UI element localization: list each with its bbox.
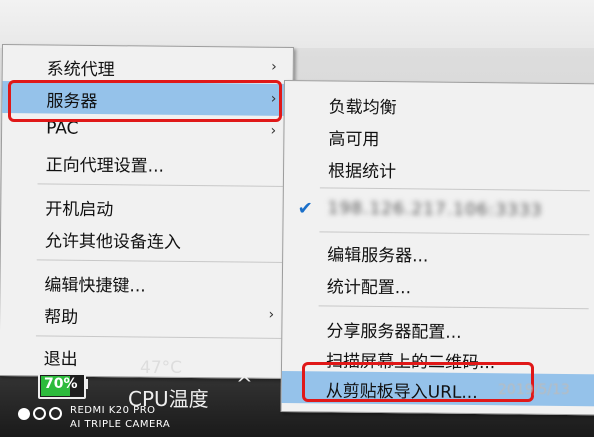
cpu-temperature-value: 47°C	[140, 358, 183, 378]
menu-item-label: 开机启动	[45, 199, 114, 221]
menu-separator	[35, 335, 286, 339]
submenu-item-label: 编辑服务器...	[327, 245, 429, 267]
submenu-item-label: 高可用	[328, 129, 380, 151]
menu-separator	[319, 187, 590, 192]
chevron-right-icon: ›	[268, 306, 275, 323]
tray-overflow-caret-icon[interactable]: ^	[236, 372, 253, 396]
camera-watermark-tagline: AI TRIPLE CAMERA	[70, 419, 171, 430]
camera-watermark-model: REDMI K20 PRO	[70, 405, 156, 416]
submenu-item-by-statistics[interactable]: 根据统计	[284, 151, 594, 186]
menu-item-label: 允许其他设备连入	[44, 231, 182, 253]
submenu-item-high-availability[interactable]: 高可用	[284, 119, 594, 154]
menu-separator	[37, 183, 288, 187]
checkmark-icon: ✔	[297, 198, 313, 220]
submenu-item-label: 198.126.217.106:3333	[327, 198, 543, 221]
menu-item-help[interactable]: 帮助 ›	[0, 297, 290, 332]
battery-percent-label: 70%	[44, 376, 78, 392]
battery-tip	[84, 379, 88, 389]
menu-item-forward-proxy[interactable]: 正向代理设置...	[2, 145, 292, 180]
submenu-item-label: 分享服务器配置...	[326, 321, 462, 343]
menu-separator	[319, 231, 590, 236]
menu-item-label: 编辑快捷键...	[44, 275, 146, 297]
menu-item-label: 正向代理设置...	[45, 155, 165, 177]
menu-separator	[318, 305, 589, 310]
desktop-area	[0, 0, 594, 48]
menu-item-label: 退出	[43, 349, 78, 370]
menu-item-system-proxy[interactable]: 系统代理 ›	[3, 49, 293, 84]
battery-indicator[interactable]: 70%	[38, 373, 86, 399]
menu-item-label: 帮助	[44, 307, 79, 328]
submenu-item-label: 统计配置...	[326, 277, 412, 299]
submenu-item-edit-servers[interactable]: 编辑服务器...	[283, 235, 594, 270]
menu-separator	[36, 259, 287, 263]
menu-item-allow-lan[interactable]: 允许其他设备连入	[1, 221, 291, 256]
camera-logo-icon	[18, 405, 65, 424]
submenu-item-label: 根据统计	[327, 161, 397, 183]
submenu-item-statistics-config[interactable]: 统计配置...	[283, 267, 594, 302]
chevron-right-icon: ›	[271, 58, 277, 75]
taskbar-clock[interactable]: 2019/5/13	[498, 382, 570, 398]
menu-item-edit-hotkeys[interactable]: 编辑快捷键...	[0, 265, 290, 300]
submenu-item-label: 负载均衡	[328, 97, 397, 119]
menu-item-label: 系统代理	[46, 59, 115, 81]
annotation-box-servers	[8, 80, 282, 122]
menu-item-start-on-boot[interactable]: 开机启动	[1, 189, 291, 224]
chevron-right-icon: ›	[270, 122, 277, 139]
submenu-item-load-balance[interactable]: 负载均衡	[285, 87, 594, 122]
submenu-item-server-entry[interactable]: ✔ 198.126.217.106:3333	[283, 193, 594, 228]
